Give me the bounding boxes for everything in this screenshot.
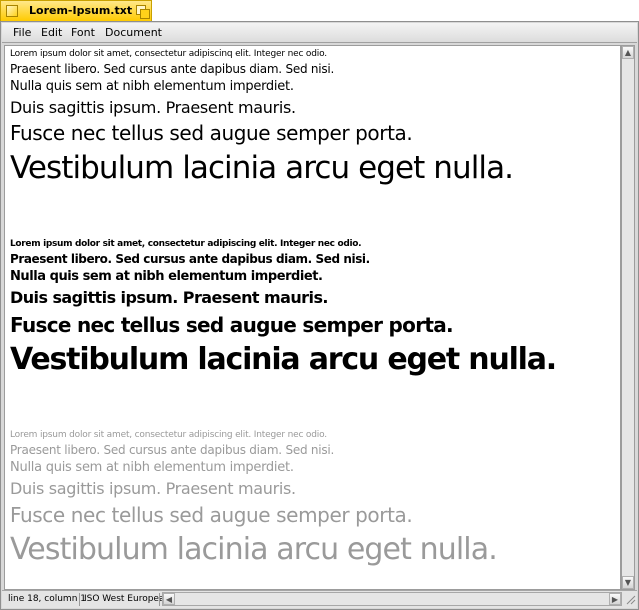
text-line: Lorem ipsum dolor sit amet, consectetur …	[10, 49, 327, 59]
text-line: Lorem ipsum dolor sit amet, consectetur …	[10, 239, 362, 249]
close-icon[interactable]	[6, 5, 18, 17]
scroll-left-icon[interactable]: ◀	[163, 593, 175, 605]
menu-bar: File Edit Font Document	[2, 23, 637, 43]
menu-file[interactable]: File	[13, 26, 31, 39]
scroll-right-icon[interactable]: ▶	[609, 593, 621, 605]
text-line: Fusce nec tellus sed augue semper porta.	[10, 313, 454, 337]
horizontal-scrollbar[interactable]: ◀ ▶	[162, 592, 622, 606]
vertical-scrollbar[interactable]: ▲ ▼	[621, 45, 635, 590]
status-bar: line 18, column 1 ISO West European ◀ ▶	[2, 590, 637, 608]
cursor-position: line 18, column 1	[8, 594, 86, 604]
menu-font[interactable]: Font	[71, 26, 95, 39]
text-view[interactable]: Lorem ipsum dolor sit amet, consectetur …	[4, 45, 621, 590]
scroll-up-icon[interactable]: ▲	[622, 46, 634, 59]
zoom-icon[interactable]	[136, 5, 150, 19]
menu-edit[interactable]: Edit	[41, 26, 62, 39]
scroll-down-icon[interactable]: ▼	[622, 576, 634, 589]
text-line: Nulla quis sem at nibh elementum imperdi…	[10, 79, 294, 94]
text-line: Duis sagittis ipsum. Praesent mauris.	[10, 288, 328, 307]
encoding-label[interactable]: ISO West European	[84, 594, 170, 604]
text-line: Lorem ipsum dolor sit amet, consectetur …	[10, 430, 327, 440]
text-line: Praesent libero. Sed cursus ante dapibus…	[10, 62, 335, 76]
editor-window: File Edit Font Document Lorem ipsum dolo…	[0, 21, 639, 610]
menu-document[interactable]: Document	[105, 26, 162, 39]
text-line: Nulla quis sem at nibh elementum imperdi…	[10, 269, 323, 284]
text-line: Duis sagittis ipsum. Praesent mauris.	[10, 98, 296, 117]
text-line: Duis sagittis ipsum. Praesent mauris.	[10, 479, 296, 498]
text-line: Vestibulum lacinia arcu eget nulla.	[10, 342, 557, 377]
window-title: Lorem-Ipsum.txt	[29, 4, 133, 17]
window-title-tab[interactable]: Lorem-Ipsum.txt	[0, 0, 152, 21]
text-line: Praesent libero. Sed cursus ante dapibus…	[10, 252, 370, 266]
text-line: Fusce nec tellus sed augue semper porta.	[10, 121, 413, 145]
text-line: Praesent libero. Sed cursus ante dapibus…	[10, 443, 335, 457]
resize-grip-icon[interactable]	[624, 593, 636, 606]
text-line: Vestibulum lacinia arcu eget nulla.	[10, 150, 514, 186]
text-line: Fusce nec tellus sed augue semper porta.	[10, 503, 413, 527]
text-line: Vestibulum lacinia arcu eget nulla.	[10, 532, 498, 567]
text-line: Nulla quis sem at nibh elementum imperdi…	[10, 460, 294, 475]
